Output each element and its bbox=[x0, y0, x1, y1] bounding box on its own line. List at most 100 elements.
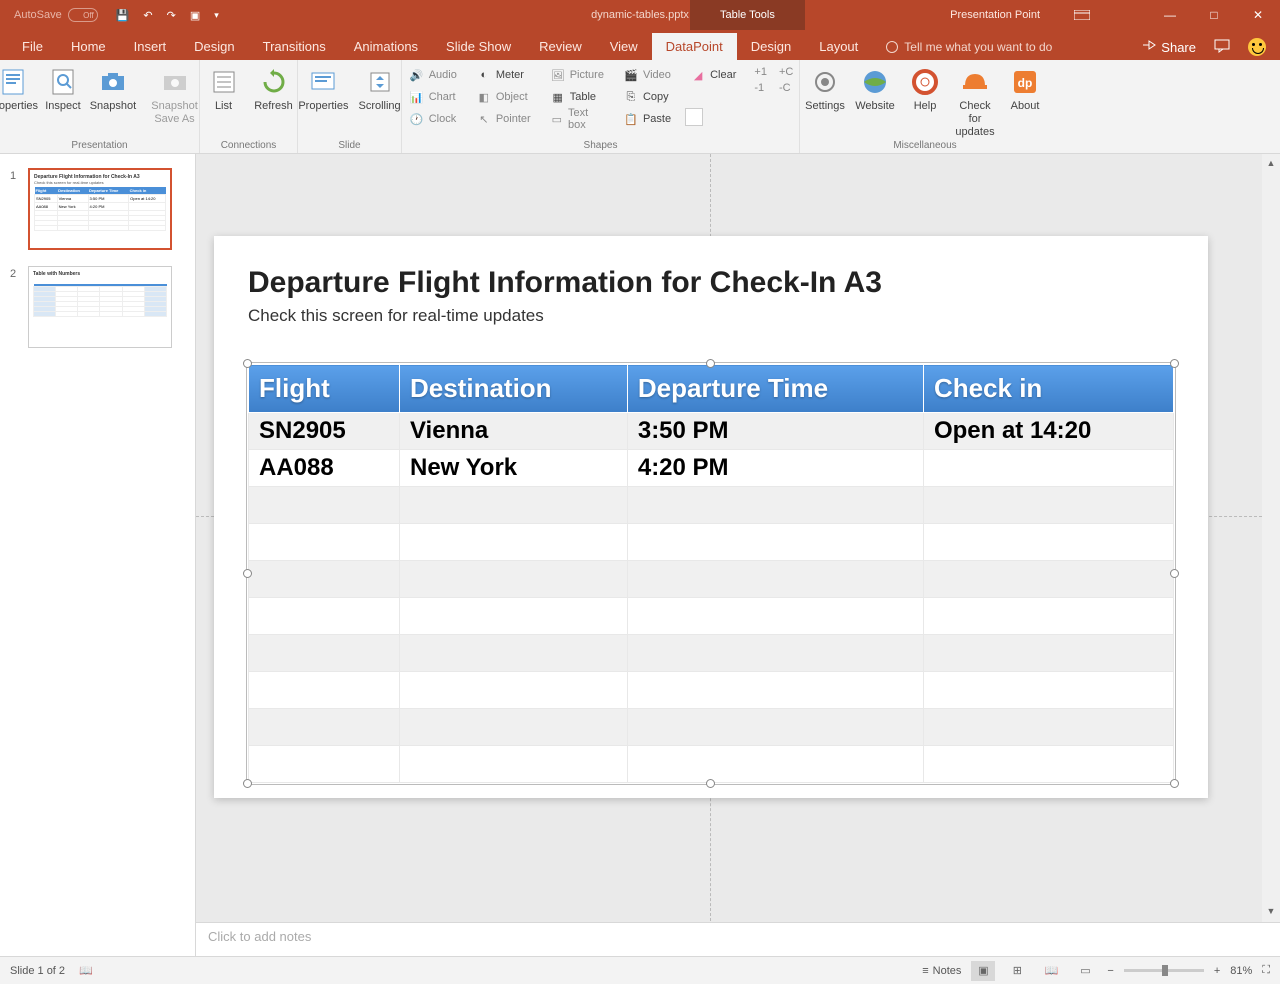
table-button[interactable]: ▦Table bbox=[545, 86, 610, 108]
table-cell[interactable] bbox=[249, 598, 400, 635]
tab-insert[interactable]: Insert bbox=[120, 33, 181, 60]
table-cell[interactable]: Vienna bbox=[399, 413, 627, 450]
table-cell[interactable]: SN2905 bbox=[249, 413, 400, 450]
resize-handle[interactable] bbox=[1170, 779, 1179, 788]
table-cell[interactable] bbox=[627, 709, 923, 746]
table-cell[interactable] bbox=[249, 635, 400, 672]
pointer-button[interactable]: ↖Pointer bbox=[471, 108, 537, 130]
resize-handle[interactable] bbox=[706, 359, 715, 368]
table-row[interactable] bbox=[249, 561, 1174, 598]
properties-button[interactable]: Properties bbox=[0, 64, 37, 128]
table-cell[interactable] bbox=[923, 672, 1173, 709]
minimize-icon[interactable]: — bbox=[1148, 0, 1192, 30]
table-cell[interactable] bbox=[627, 672, 923, 709]
table-cell[interactable]: Open at 14:20 bbox=[923, 413, 1173, 450]
slide-properties-button[interactable]: Properties bbox=[294, 64, 352, 115]
table-row[interactable] bbox=[249, 598, 1174, 635]
about-button[interactable]: dpAbout bbox=[1001, 64, 1049, 142]
resize-handle[interactable] bbox=[243, 569, 252, 578]
tell-me-search[interactable]: Tell me what you want to do bbox=[886, 40, 1052, 60]
table-cell[interactable] bbox=[923, 561, 1173, 598]
tab-view[interactable]: View bbox=[596, 33, 652, 60]
table-cell[interactable] bbox=[923, 635, 1173, 672]
table-header[interactable]: Destination bbox=[399, 365, 627, 413]
plus-one-button[interactable]: +1 bbox=[750, 64, 771, 80]
table-header[interactable]: Flight bbox=[249, 365, 400, 413]
inspect-button[interactable]: Inspect bbox=[39, 64, 87, 128]
notes-toggle[interactable]: ≡ Notes bbox=[922, 965, 961, 977]
tab-home[interactable]: Home bbox=[57, 33, 120, 60]
scroll-up-icon[interactable]: ▲ bbox=[1262, 154, 1280, 172]
tab-animations[interactable]: Animations bbox=[340, 33, 432, 60]
tab-table-design[interactable]: Design bbox=[737, 33, 805, 60]
table-row[interactable] bbox=[249, 746, 1174, 783]
table-cell[interactable] bbox=[627, 746, 923, 783]
slide-title[interactable]: Departure Flight Information for Check-I… bbox=[248, 266, 1174, 300]
list-button[interactable]: List bbox=[200, 64, 248, 115]
slideshow-view-icon[interactable]: ▭ bbox=[1073, 961, 1097, 981]
slide-subtitle[interactable]: Check this screen for real-time updates bbox=[248, 306, 1174, 326]
table-cell[interactable] bbox=[249, 561, 400, 598]
table-cell[interactable] bbox=[923, 450, 1173, 487]
save-icon[interactable]: 💾 bbox=[116, 9, 130, 22]
object-button[interactable]: ◧Object bbox=[471, 86, 537, 108]
table-cell[interactable] bbox=[627, 635, 923, 672]
table-cell[interactable] bbox=[249, 524, 400, 561]
zoom-out-icon[interactable]: − bbox=[1107, 965, 1113, 977]
undo-icon[interactable]: ↶ bbox=[143, 9, 152, 22]
table-cell[interactable] bbox=[249, 487, 400, 524]
table-cell[interactable] bbox=[249, 672, 400, 709]
fit-to-window-icon[interactable]: ⛶ bbox=[1262, 964, 1270, 977]
table-row[interactable] bbox=[249, 672, 1174, 709]
vertical-scrollbar[interactable]: ▲ ▼ ⬆⬇ bbox=[1262, 154, 1280, 956]
start-slideshow-icon[interactable]: ▣ bbox=[190, 9, 200, 22]
resize-handle[interactable] bbox=[706, 779, 715, 788]
table-header[interactable]: Departure Time bbox=[627, 365, 923, 413]
qat-more-icon[interactable]: ▾ bbox=[214, 10, 219, 21]
tab-design[interactable]: Design bbox=[180, 33, 248, 60]
feedback-smiley-icon[interactable] bbox=[1248, 38, 1266, 56]
table-header[interactable]: Check in bbox=[923, 365, 1173, 413]
clear-button[interactable]: ◢Clear bbox=[685, 64, 742, 86]
table-cell[interactable] bbox=[627, 524, 923, 561]
flight-table[interactable]: FlightDestinationDeparture TimeCheck in S… bbox=[248, 364, 1174, 783]
video-button[interactable]: 🎬Video bbox=[618, 64, 677, 86]
zoom-slider[interactable] bbox=[1124, 969, 1204, 972]
table-cell[interactable] bbox=[399, 487, 627, 524]
website-button[interactable]: Website bbox=[851, 64, 899, 142]
settings-button[interactable]: Settings bbox=[801, 64, 849, 142]
table-cell[interactable] bbox=[249, 746, 400, 783]
table-cell[interactable]: New York bbox=[399, 450, 627, 487]
check-updates-button[interactable]: Check for updates bbox=[951, 64, 999, 142]
table-cell[interactable] bbox=[923, 598, 1173, 635]
reading-view-icon[interactable]: 📖 bbox=[1039, 961, 1063, 981]
resize-handle[interactable] bbox=[243, 359, 252, 368]
audio-button[interactable]: 🔊Audio bbox=[404, 64, 463, 86]
scrolling-button[interactable]: Scrolling bbox=[354, 64, 404, 115]
ribbon-display-icon[interactable] bbox=[1060, 10, 1104, 20]
resize-handle[interactable] bbox=[243, 779, 252, 788]
resize-handle[interactable] bbox=[1170, 359, 1179, 368]
table-cell[interactable]: AA088 bbox=[249, 450, 400, 487]
minus-c-button[interactable]: -C bbox=[775, 80, 797, 96]
table-cell[interactable] bbox=[249, 709, 400, 746]
table-cell[interactable] bbox=[399, 746, 627, 783]
zoom-in-icon[interactable]: + bbox=[1214, 965, 1220, 977]
close-icon[interactable]: ✕ bbox=[1236, 0, 1280, 30]
slide-canvas[interactable]: Departure Flight Information for Check-I… bbox=[196, 154, 1280, 956]
tab-table-layout[interactable]: Layout bbox=[805, 33, 872, 60]
table-cell[interactable] bbox=[399, 524, 627, 561]
thumbnail-slide-2[interactable]: 2 Table with Numbers bbox=[12, 266, 183, 348]
share-button[interactable]: Share bbox=[1142, 40, 1196, 55]
refresh-button[interactable]: Refresh bbox=[250, 64, 298, 115]
meter-button[interactable]: ◐Meter bbox=[471, 64, 537, 86]
snapshot-button[interactable]: Snapshot bbox=[89, 64, 137, 128]
autosave-toggle[interactable]: AutoSave Off bbox=[14, 8, 98, 22]
color-swatch[interactable] bbox=[685, 108, 703, 126]
table-cell[interactable] bbox=[923, 487, 1173, 524]
thumbnail-slide-1[interactable]: 1 Departure Flight Information for Check… bbox=[12, 168, 183, 250]
table-row[interactable] bbox=[249, 487, 1174, 524]
normal-view-icon[interactable]: ▣ bbox=[971, 961, 995, 981]
table-cell[interactable] bbox=[627, 598, 923, 635]
plus-c-button[interactable]: +C bbox=[775, 64, 797, 80]
